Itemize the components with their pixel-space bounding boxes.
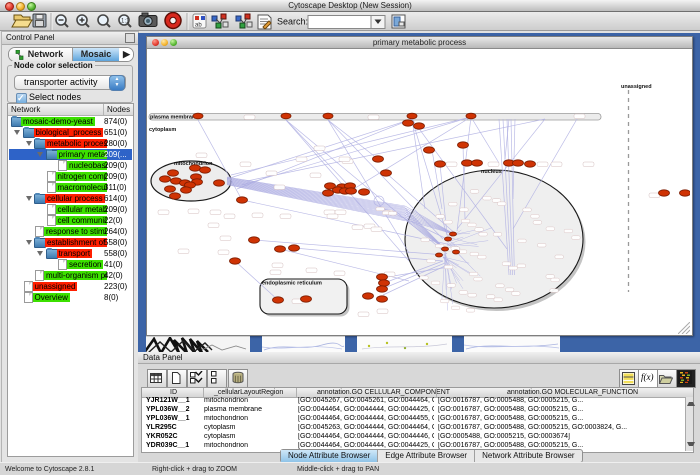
- svg-text:endoplasmic reticulum: endoplasmic reticulum: [262, 281, 322, 287]
- svg-text:unassigned: unassigned: [621, 84, 652, 90]
- svg-text:cytoplasm: cytoplasm: [149, 127, 176, 133]
- svg-text:Search:: Search:: [277, 17, 308, 27]
- svg-text:ab: ab: [195, 23, 202, 29]
- svg-text:1:1: 1:1: [121, 19, 130, 25]
- svg-text:nucleus: nucleus: [481, 169, 502, 175]
- svg-text:plasma membrane: plasma membrane: [150, 115, 198, 121]
